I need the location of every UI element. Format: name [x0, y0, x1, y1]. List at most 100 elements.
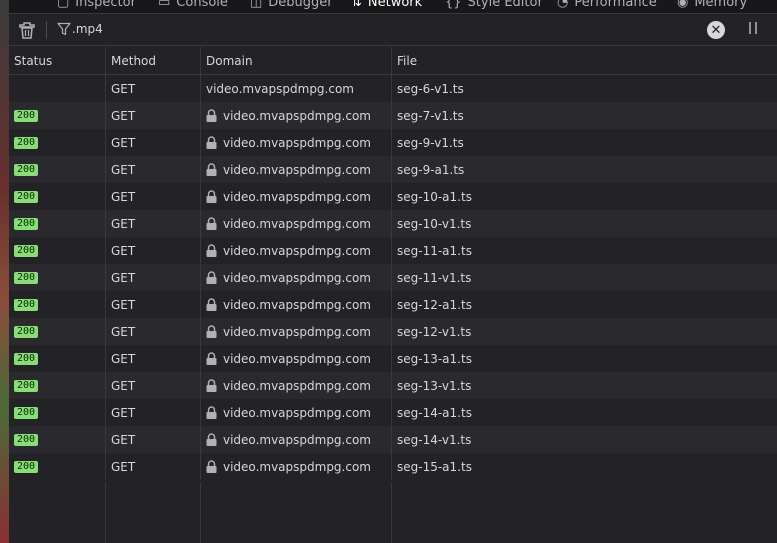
cell-file: seg-7-v1.ts	[397, 108, 464, 123]
cell-method: GET	[106, 264, 201, 291]
domain-text: video.mvapspdmpg.com	[223, 189, 371, 204]
domain-text: video.mvapspdmpg.com	[223, 270, 371, 285]
table-row[interactable]: 200 GET video.mvapspdmpg.com seg-7-v1.ts	[9, 102, 777, 129]
domain-text: video.mvapspdmpg.com	[223, 216, 371, 231]
domain-text: video.mvapspdmpg.com	[223, 378, 371, 393]
table-row[interactable]: 200 GET video.mvapspdmpg.com seg-12-v1.ts	[9, 318, 777, 345]
lock-icon	[206, 379, 217, 392]
tab-inspector[interactable]: ▢ Inspector	[57, 0, 136, 13]
lock-icon	[206, 109, 217, 122]
cell-method: GET	[106, 372, 201, 399]
cell-status: 200	[9, 129, 106, 156]
table-row[interactable]: 200 GET video.mvapspdmpg.com seg-9-v1.ts	[9, 129, 777, 156]
table-row[interactable]: 200 GET video.mvapspdmpg.com seg-11-a1.ts	[9, 237, 777, 264]
cell-file: seg-13-a1.ts	[397, 351, 472, 366]
status-badge: 200	[14, 217, 39, 230]
lock-icon	[206, 325, 217, 338]
cell-domain: video.mvapspdmpg.com	[201, 318, 392, 345]
cell-status: 200	[9, 210, 106, 237]
tab-label: Style Editor	[467, 0, 543, 10]
console-icon: ▭	[158, 0, 171, 10]
cell-domain: video.mvapspdmpg.com	[201, 372, 392, 399]
lock-icon	[206, 352, 217, 365]
network-panel: ▢ Inspector ▭ Console ◫ Debugger ⇅ Netwo…	[9, 0, 777, 543]
table-row[interactable]: 200 GET video.mvapspdmpg.com seg-9-a1.ts	[9, 156, 777, 183]
debugger-icon: ◫	[250, 0, 263, 10]
cell-status: 200	[9, 102, 106, 129]
cell-domain: video.mvapspdmpg.com	[201, 129, 392, 156]
cell-status: 200	[9, 183, 106, 210]
memory-icon: ◉	[677, 0, 689, 10]
trash-icon[interactable]	[18, 21, 36, 39]
cell-file: seg-11-v1.ts	[397, 270, 472, 285]
request-table-header: Status Method Domain File	[9, 47, 777, 75]
cell-file: seg-11-a1.ts	[397, 243, 472, 258]
table-row[interactable]: 200 GET video.mvapspdmpg.com seg-14-v1.ts	[9, 426, 777, 453]
column-header-file[interactable]: File	[392, 47, 777, 74]
tab-debugger[interactable]: ◫ Debugger	[250, 0, 333, 13]
table-row[interactable]: 200 GET video.mvapspdmpg.com seg-11-v1.ts	[9, 264, 777, 291]
tab-memory[interactable]: ◉ Memory	[677, 0, 747, 13]
status-badge: 200	[14, 190, 39, 203]
table-row[interactable]: 200 GET video.mvapspdmpg.com seg-13-v1.ts	[9, 372, 777, 399]
cell-file: seg-12-a1.ts	[397, 297, 472, 312]
close-icon: ✕	[710, 22, 722, 38]
tab-style-editor[interactable]: {} Style Editor	[445, 0, 543, 13]
status-badge: 200	[14, 352, 39, 365]
domain-text: video.mvapspdmpg.com	[206, 81, 354, 96]
cell-status: 200	[9, 345, 106, 372]
domain-text: video.mvapspdmpg.com	[223, 351, 371, 366]
cell-file: seg-10-v1.ts	[397, 216, 472, 231]
table-row[interactable]: 200 GET video.mvapspdmpg.com seg-15-a1.ts	[9, 453, 777, 480]
table-row[interactable]: 200 GET video.mvapspdmpg.com seg-12-a1.ts	[9, 291, 777, 318]
cell-domain: video.mvapspdmpg.com	[201, 426, 392, 453]
tab-console[interactable]: ▭ Console	[158, 0, 228, 13]
cell-file: seg-10-a1.ts	[397, 189, 472, 204]
domain-text: video.mvapspdmpg.com	[223, 108, 371, 123]
cell-method: GET	[106, 399, 201, 426]
domain-text: video.mvapspdmpg.com	[223, 243, 371, 258]
cell-status	[9, 75, 106, 102]
status-badge: 200	[14, 244, 39, 257]
cell-domain: video.mvapspdmpg.com	[201, 237, 392, 264]
tab-label: Console	[176, 0, 228, 10]
network-toolbar: ✕	[9, 14, 777, 46]
cell-domain: video.mvapspdmpg.com	[201, 210, 392, 237]
table-row[interactable]: 200 GET video.mvapspdmpg.com seg-14-a1.ts	[9, 399, 777, 426]
tab-performance[interactable]: ◔ Performance	[557, 0, 657, 13]
table-row[interactable]: 200 GET video.mvapspdmpg.com seg-10-a1.ts	[9, 183, 777, 210]
table-row[interactable]: 200 GET video.mvapspdmpg.com seg-10-v1.ts	[9, 210, 777, 237]
column-header-domain[interactable]: Domain	[201, 47, 392, 74]
clear-filter-button[interactable]: ✕	[707, 21, 725, 39]
filter-urls-input[interactable]	[72, 19, 572, 39]
cell-file: seg-14-a1.ts	[397, 405, 472, 420]
pause-recording-button[interactable]	[747, 22, 759, 36]
status-badge: 200	[14, 109, 39, 122]
cell-status: 200	[9, 399, 106, 426]
table-row[interactable]: GET video.mvapspdmpg.com seg-6-v1.ts	[9, 75, 777, 102]
status-badge: 200	[14, 379, 39, 392]
cell-method: GET	[106, 75, 201, 102]
cell-domain: video.mvapspdmpg.com	[201, 75, 392, 102]
request-list-empty-area	[9, 482, 777, 543]
column-header-method[interactable]: Method	[106, 47, 201, 74]
lock-icon	[206, 163, 217, 176]
cell-status: 200	[9, 237, 106, 264]
pause-icon-bar	[749, 22, 751, 34]
column-header-status[interactable]: Status	[9, 47, 106, 74]
domain-text: video.mvapspdmpg.com	[223, 162, 371, 177]
table-row[interactable]: 200 GET video.mvapspdmpg.com seg-13-a1.ts	[9, 345, 777, 372]
cell-file: seg-14-v1.ts	[397, 432, 472, 447]
cell-status: 200	[9, 318, 106, 345]
domain-text: video.mvapspdmpg.com	[223, 405, 371, 420]
cell-method: GET	[106, 291, 201, 318]
lock-icon	[206, 217, 217, 230]
status-badge: 200	[14, 406, 39, 419]
cell-domain: video.mvapspdmpg.com	[201, 399, 392, 426]
cell-method: GET	[106, 102, 201, 129]
toolbar-separator	[46, 21, 47, 39]
tab-network[interactable]: ⇅ Network	[351, 0, 422, 13]
filter-icon	[57, 22, 71, 36]
inspector-icon: ▢	[57, 0, 70, 10]
domain-text: video.mvapspdmpg.com	[223, 135, 371, 150]
